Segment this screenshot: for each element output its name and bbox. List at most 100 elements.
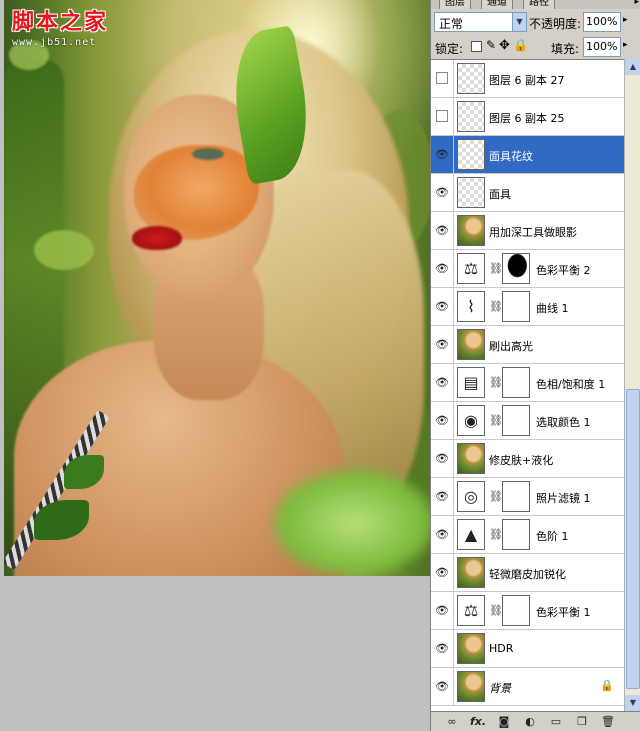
blend-mode-select[interactable]: 正常 ▼ [434, 12, 527, 32]
layer-thumbnail[interactable] [457, 557, 485, 588]
chain-icon[interactable]: ⛓ [489, 414, 503, 427]
layer-mask-thumbnail[interactable] [502, 595, 530, 626]
eye-icon[interactable]: 👁 [435, 225, 449, 236]
layer-thumbnail[interactable] [457, 671, 485, 702]
eye-icon[interactable]: 👁 [435, 339, 449, 350]
visibility-toggle[interactable]: 👁 [431, 174, 454, 211]
tab-paths[interactable]: 路径 [523, 0, 555, 9]
scroll-up-icon[interactable]: ▲ [625, 59, 640, 75]
layer-row[interactable]: 👁 ⚖ ⛓ 色彩平衡 1 [431, 592, 624, 630]
tab-layers[interactable]: 图层 [439, 0, 471, 9]
visibility-toggle[interactable]: 👁 [431, 326, 454, 363]
layer-row[interactable]: 图层 6 副本 25 [431, 98, 624, 136]
layer-thumbnail[interactable]: ⚖ [457, 595, 485, 626]
chain-icon[interactable]: ⛓ [489, 376, 503, 389]
layer-thumbnail[interactable] [457, 139, 485, 170]
layer-thumbnail[interactable]: ▲ [457, 519, 485, 550]
lock-position-icon[interactable]: ✥ [499, 38, 510, 53]
chevron-down-icon[interactable]: ▼ [512, 13, 526, 31]
layer-thumbnail[interactable]: ⌇ [457, 291, 485, 322]
layer-mask-thumbnail[interactable] [502, 405, 530, 436]
layer-row[interactable]: 👁 面具花纹 [431, 136, 624, 174]
scroll-thumb[interactable] [626, 389, 640, 689]
visibility-toggle[interactable]: 👁 [431, 630, 454, 667]
eye-icon[interactable]: 👁 [435, 605, 449, 616]
trash-icon[interactable]: 🗑 [599, 714, 617, 730]
folder-icon[interactable]: ▭ [547, 714, 565, 730]
layer-thumbnail[interactable] [457, 215, 485, 246]
tab-channels[interactable]: 通道 [481, 0, 513, 9]
visibility-toggle[interactable]: 👁 [431, 554, 454, 591]
layer-mask-thumbnail[interactable] [502, 253, 530, 284]
layer-row[interactable]: 👁 HDR [431, 630, 624, 668]
adjustment-icon[interactable]: ◐ [521, 714, 539, 730]
layer-thumbnail[interactable] [457, 329, 485, 360]
visibility-toggle[interactable] [431, 60, 454, 97]
visibility-off-icon[interactable] [436, 72, 448, 84]
chain-icon[interactable]: ⛓ [489, 300, 503, 313]
visibility-toggle[interactable]: 👁 [431, 288, 454, 325]
layer-row[interactable]: 👁 ▤ ⛓ 色相/饱和度 1 [431, 364, 624, 402]
layer-thumbnail[interactable] [457, 443, 485, 474]
fill-slider-arrow-icon[interactable]: ▸ [623, 40, 628, 50]
eye-icon[interactable]: 👁 [435, 681, 449, 692]
opacity-input[interactable]: 100% [583, 12, 621, 32]
lock-all-icon[interactable]: 🔒 [513, 38, 528, 52]
layer-row[interactable]: 👁 面具 [431, 174, 624, 212]
layer-thumbnail[interactable] [457, 63, 485, 94]
visibility-toggle[interactable]: 👁 [431, 668, 454, 705]
fill-input[interactable]: 100% [583, 37, 621, 57]
layer-row[interactable]: 👁 ◉ ⛓ 选取颜色 1 [431, 402, 624, 440]
chain-icon[interactable]: ⛓ [489, 604, 503, 617]
visibility-toggle[interactable]: 👁 [431, 440, 454, 477]
layer-row[interactable]: 👁 轻微磨皮加锐化 [431, 554, 624, 592]
layer-mask-thumbnail[interactable] [502, 481, 530, 512]
eye-icon[interactable]: 👁 [435, 453, 449, 464]
layer-row[interactable]: 👁 ◎ ⛓ 照片滤镜 1 [431, 478, 624, 516]
visibility-toggle[interactable]: 👁 [431, 402, 454, 439]
layer-row[interactable]: 👁 ▲ ⛓ 色阶 1 [431, 516, 624, 554]
chain-icon[interactable]: ⛓ [489, 528, 503, 541]
eye-icon[interactable]: 👁 [435, 377, 449, 388]
lock-pixels-icon[interactable]: ✎ [486, 38, 496, 52]
eye-icon[interactable]: 👁 [435, 415, 449, 426]
visibility-toggle[interactable]: 👁 [431, 212, 454, 249]
layer-row[interactable]: 👁 修皮肤+液化 [431, 440, 624, 478]
eye-icon[interactable]: 👁 [435, 491, 449, 502]
layer-thumbnail[interactable] [457, 177, 485, 208]
layer-thumbnail[interactable]: ⚖ [457, 253, 485, 284]
layer-row[interactable]: 👁 背景 🔒 [431, 668, 624, 706]
layer-mask-thumbnail[interactable] [502, 291, 530, 322]
eye-icon[interactable]: 👁 [435, 529, 449, 540]
document-canvas[interactable]: 脚本之家 www.jb51.net [4, 0, 430, 576]
layer-row[interactable]: 👁 ⌇ ⛓ 曲线 1 [431, 288, 624, 326]
layer-mask-thumbnail[interactable] [502, 519, 530, 550]
visibility-toggle[interactable]: 👁 [431, 250, 454, 287]
link-layers-icon[interactable]: ∞ [443, 714, 461, 730]
chain-icon[interactable]: ⛓ [489, 490, 503, 503]
visibility-toggle[interactable]: 👁 [431, 478, 454, 515]
eye-icon[interactable]: 👁 [435, 301, 449, 312]
visibility-toggle[interactable]: 👁 [431, 516, 454, 553]
visibility-toggle[interactable]: 👁 [431, 592, 454, 629]
scroll-down-icon[interactable]: ▼ [625, 695, 640, 711]
layer-thumbnail[interactable]: ◎ [457, 481, 485, 512]
layer-row[interactable]: 👁 刷出高光 [431, 326, 624, 364]
visibility-toggle[interactable]: 👁 [431, 136, 454, 173]
layer-row[interactable]: 图层 6 副本 27 [431, 60, 624, 98]
eye-icon[interactable]: 👁 [435, 149, 449, 160]
new-layer-icon[interactable]: ❐ [573, 714, 591, 730]
lock-transparency-icon[interactable] [471, 41, 482, 52]
fx-icon[interactable]: fx. [469, 714, 487, 730]
layer-list-scrollbar[interactable]: ▲ ▼ [624, 59, 640, 711]
eye-icon[interactable]: 👁 [435, 187, 449, 198]
panel-menu-icon[interactable]: ▸ [634, 0, 639, 7]
layer-thumbnail[interactable]: ◉ [457, 405, 485, 436]
visibility-off-icon[interactable] [436, 110, 448, 122]
layer-thumbnail[interactable] [457, 633, 485, 664]
visibility-toggle[interactable] [431, 98, 454, 135]
visibility-toggle[interactable]: 👁 [431, 364, 454, 401]
eye-icon[interactable]: 👁 [435, 567, 449, 578]
layer-row[interactable]: 👁 ⚖ ⛓ 色彩平衡 2 [431, 250, 624, 288]
eye-icon[interactable]: 👁 [435, 263, 449, 274]
